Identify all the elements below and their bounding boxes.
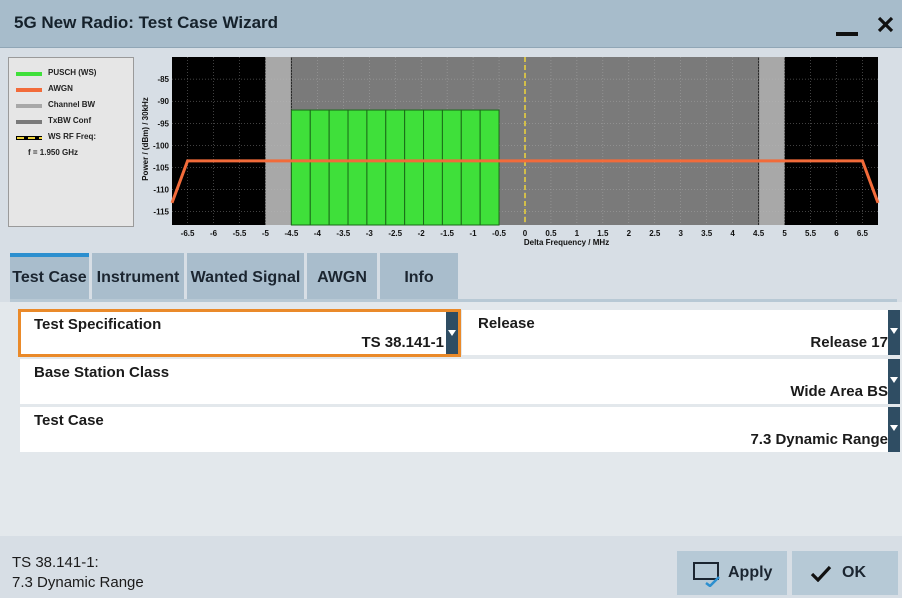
legend-label: PUSCH (WS) bbox=[48, 68, 97, 77]
legend-swatch bbox=[16, 88, 42, 92]
spectrum-chart-svg: -85-90-95-100-105-110-115-6.5 -6 -5.5 -5 -4.… bbox=[141, 57, 880, 247]
y-tick-label: -105 bbox=[153, 164, 170, 173]
x-tick-label: -5.5 bbox=[233, 229, 247, 238]
field-value: Wide Area BS bbox=[790, 383, 888, 400]
x-tick-label: -1.5 bbox=[440, 229, 454, 238]
x-tick-label: -2.5 bbox=[388, 229, 402, 238]
pusch-block bbox=[347, 109, 368, 226]
x-tick-label: 3 bbox=[679, 229, 684, 238]
y-tick-label: -110 bbox=[153, 186, 169, 195]
pusch-block bbox=[309, 109, 330, 226]
field-label: Release bbox=[478, 315, 535, 332]
field-label: Base Station Class bbox=[34, 364, 170, 381]
status-line-2: 7.3 Dynamic Range bbox=[12, 574, 144, 591]
x-tick-label: -0.5 bbox=[492, 229, 506, 238]
field-label: Test Specification bbox=[34, 316, 162, 333]
tab-instrument[interactable]: Instrument bbox=[92, 253, 184, 299]
release-field[interactable]: Release Release 17 bbox=[462, 310, 900, 355]
dropdown-arrow-icon[interactable] bbox=[446, 312, 458, 354]
legend-label: Channel BW bbox=[48, 100, 96, 109]
status-line-1: TS 38.141-1: bbox=[12, 554, 99, 571]
apply-icon bbox=[693, 562, 720, 587]
chart-legend: PUSCH (WS) AWGN Channel BW TxBW Conf WS … bbox=[8, 57, 134, 227]
x-tick-label: -1 bbox=[470, 229, 478, 238]
apply-button[interactable]: Apply bbox=[677, 551, 787, 595]
x-tick-label: 5.5 bbox=[805, 229, 817, 238]
pusch-block bbox=[290, 109, 311, 226]
tab-wanted-signal[interactable]: Wanted Signal bbox=[187, 253, 304, 299]
ok-button-label: OK bbox=[842, 564, 866, 581]
ok-button[interactable]: OK bbox=[792, 551, 898, 595]
x-tick-label: 2 bbox=[627, 229, 632, 238]
spectrum-chart: -85 -90 -95 -100 -105 -110 -115 -6.5 -6 -5.5 -5 -4.… bbox=[138, 55, 896, 251]
base-station-class-field[interactable]: Base Station Class Wide Area BS bbox=[20, 359, 900, 404]
close-icon[interactable] bbox=[872, 8, 898, 38]
window-title: 5G New Radio: Test Case Wizard bbox=[14, 13, 279, 32]
y-tick-label: -100 bbox=[153, 141, 170, 150]
x-tick-label: -3 bbox=[366, 229, 374, 238]
x-tick-label: 6 bbox=[834, 229, 839, 238]
legend-label: WS RF Freq: bbox=[48, 132, 96, 141]
x-tick-label: 6.5 bbox=[857, 229, 869, 238]
legend-swatch bbox=[16, 104, 42, 108]
tab-info[interactable]: Info bbox=[380, 253, 458, 299]
field-value: Release 17 bbox=[810, 334, 888, 351]
test-specification-field[interactable]: Test Specification TS 38.141-1 bbox=[18, 309, 461, 357]
x-tick-label: 1.5 bbox=[597, 229, 609, 238]
minimize-icon[interactable] bbox=[832, 20, 860, 38]
legend-swatch-dashed bbox=[16, 136, 42, 140]
x-tick-label: -4.5 bbox=[284, 229, 298, 238]
field-label: Test Case bbox=[34, 412, 104, 429]
x-tick-label: 0.5 bbox=[545, 229, 557, 238]
legend-label: f = 1.950 GHz bbox=[28, 148, 79, 157]
x-tick-label: -2 bbox=[418, 229, 426, 238]
check-icon bbox=[810, 565, 832, 582]
x-tick-label: 2.5 bbox=[649, 229, 661, 238]
y-tick-label: -95 bbox=[157, 119, 169, 128]
tab-test-case[interactable]: Test Case bbox=[10, 253, 89, 299]
x-tick-label: 3.5 bbox=[701, 229, 713, 238]
x-tick-label: 5 bbox=[782, 229, 787, 238]
pusch-block bbox=[366, 109, 387, 226]
legend-swatch bbox=[16, 120, 42, 124]
x-tick-label: -3.5 bbox=[336, 229, 350, 238]
pusch-block bbox=[385, 109, 406, 226]
title-bar: 5G New Radio: Test Case Wizard bbox=[0, 0, 902, 48]
pusch-block bbox=[479, 109, 500, 226]
tab-awgn[interactable]: AWGN bbox=[307, 253, 377, 299]
status-summary: TS 38.141-1: 7.3 Dynamic Range bbox=[12, 553, 144, 593]
dropdown-arrow-icon[interactable] bbox=[888, 359, 900, 404]
y-tick-label: -85 bbox=[157, 75, 169, 84]
apply-button-label: Apply bbox=[728, 564, 773, 581]
legend-swatch bbox=[16, 72, 42, 76]
x-tick-label: -4 bbox=[314, 229, 322, 238]
dropdown-arrow-icon[interactable] bbox=[888, 310, 900, 355]
pusch-block bbox=[404, 109, 425, 226]
test-case-field[interactable]: Test Case 7.3 Dynamic Range bbox=[20, 407, 900, 452]
legend-label: TxBW Conf bbox=[48, 116, 92, 125]
legend-label: AWGN bbox=[48, 84, 73, 93]
x-tick-label: 1 bbox=[575, 229, 580, 238]
y-tick-label: -115 bbox=[153, 208, 169, 217]
pusch-block bbox=[441, 109, 462, 226]
x-tick-label: 4.5 bbox=[753, 229, 765, 238]
pusch-block bbox=[460, 109, 481, 226]
field-value: TS 38.141-1 bbox=[361, 334, 444, 351]
y-axis-label: Power / (dBm) / 30kHz bbox=[141, 97, 150, 181]
dropdown-arrow-icon[interactable] bbox=[888, 407, 900, 452]
x-tick-label: -6 bbox=[210, 229, 218, 238]
x-tick-label: 4 bbox=[730, 229, 735, 238]
field-value: 7.3 Dynamic Range bbox=[750, 431, 888, 448]
pusch-block bbox=[423, 109, 443, 226]
x-tick-label: 0 bbox=[523, 229, 528, 238]
y-tick-label: -90 bbox=[157, 97, 169, 106]
x-tick-label: -5 bbox=[262, 229, 270, 238]
x-axis-label: Delta Frequency / MHz bbox=[524, 238, 609, 247]
x-tick-label: -6.5 bbox=[181, 229, 195, 238]
pusch-block bbox=[328, 109, 349, 226]
